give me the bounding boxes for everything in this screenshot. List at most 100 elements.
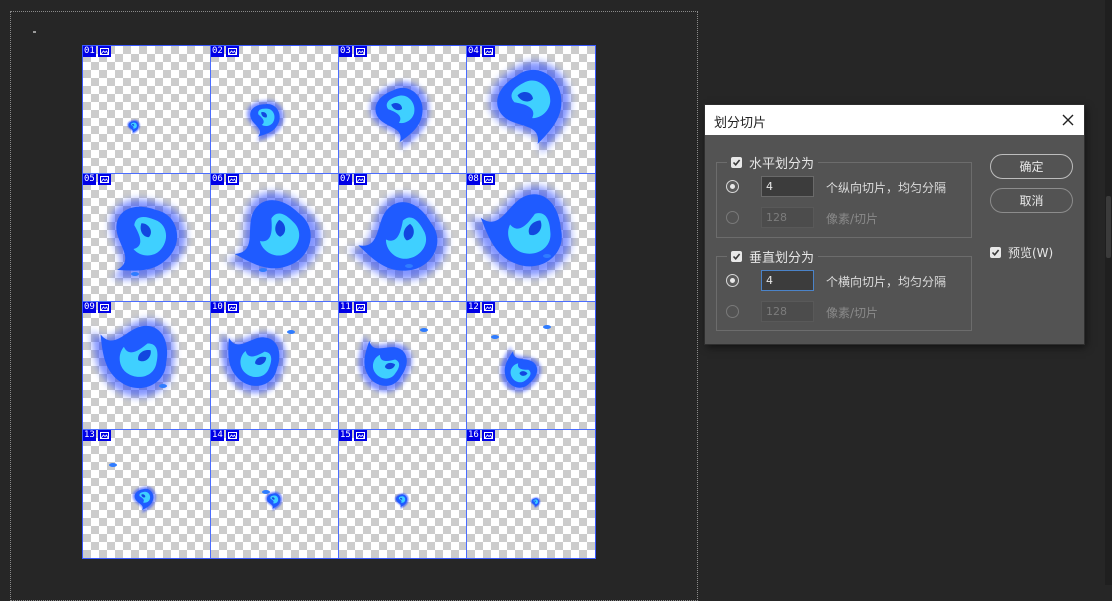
slice-07[interactable]: 07 [339, 174, 467, 302]
slice-15[interactable]: 15 [339, 430, 467, 558]
sprite-sheet-canvas[interactable]: 01 02 03 04 05 06 07 08 09 10 11 12 13 14 15 16 [82, 45, 596, 559]
slice-number: 16 [467, 430, 480, 441]
slice-number: 10 [211, 302, 224, 313]
slice-image-icon [353, 174, 367, 185]
slice-02[interactable]: 02 [211, 46, 339, 174]
slice-03[interactable]: 03 [339, 46, 467, 174]
vertical-pixels-radio[interactable] [726, 305, 739, 318]
slice-image-icon [353, 430, 367, 441]
ok-button[interactable]: 确定 [990, 154, 1073, 179]
slice-04[interactable]: 04 [467, 46, 595, 174]
slice-badge: 12 [467, 302, 495, 313]
slice-image-icon [225, 174, 239, 185]
slice-11[interactable]: 11 [339, 302, 467, 430]
flame-sprite [221, 330, 295, 394]
slice-number: 12 [467, 302, 480, 313]
slice-16[interactable]: 16 [467, 430, 595, 558]
flame-sprite [109, 463, 156, 514]
slice-number: 13 [83, 430, 96, 441]
panel-scrollbar[interactable] [1105, 0, 1112, 585]
slice-number: 14 [211, 430, 224, 441]
horizontal-pixels-input[interactable]: 128 [761, 207, 814, 228]
slice-number: 07 [339, 174, 352, 185]
horizontal-count-input[interactable]: 4 [761, 176, 814, 197]
vertical-divide-checkbox[interactable]: 垂直划分为 [727, 247, 819, 266]
slice-number: 08 [467, 174, 480, 185]
checkbox-checked-icon[interactable] [731, 250, 742, 262]
slice-14[interactable]: 14 [211, 430, 339, 558]
flame-particle [159, 384, 167, 388]
slice-image-icon [97, 174, 111, 185]
slice-image-icon [481, 430, 495, 441]
slice-badge: 02 [211, 46, 239, 57]
flame-sprite [225, 192, 321, 278]
slice-image-icon [225, 430, 239, 441]
slice-badge: 13 [83, 430, 111, 441]
horizontal-count-radio[interactable] [726, 180, 739, 193]
checkbox-checked-icon[interactable] [990, 247, 1001, 258]
slice-image-icon [225, 302, 239, 313]
preview-label: 预览(W) [1008, 246, 1054, 260]
slice-number: 15 [339, 430, 352, 441]
slice-13[interactable]: 13 [83, 430, 211, 558]
close-icon[interactable] [1060, 112, 1076, 128]
vertical-pixels-suffix: 像素/切片 [826, 306, 879, 320]
flame-sprite [358, 328, 428, 392]
slice-badge: 11 [339, 302, 367, 313]
flame-sprite [469, 186, 571, 277]
flame-particle [491, 335, 499, 339]
slice-badge: 15 [339, 430, 367, 441]
slice-badge: 01 [83, 46, 111, 57]
flame-sprite [491, 325, 551, 393]
flame-sprite [110, 199, 187, 280]
flame-sprite [347, 194, 447, 280]
slice-number: 03 [339, 46, 352, 57]
flame-sprite [370, 81, 429, 150]
flame-particle [259, 268, 267, 272]
flame-particle [131, 272, 139, 276]
vertical-pixels-input[interactable]: 128 [761, 301, 814, 322]
scrollbar-thumb[interactable] [1106, 196, 1111, 258]
slice-01[interactable]: 01 [83, 46, 211, 174]
slice-number: 11 [339, 302, 352, 313]
horizontal-pixels-suffix: 像素/切片 [826, 212, 879, 226]
slice-05[interactable]: 05 [83, 174, 211, 302]
slice-image-icon [481, 302, 495, 313]
flame-sprite [394, 493, 409, 509]
dialog-title: 划分切片 [714, 116, 767, 131]
slice-badge: 09 [83, 302, 111, 313]
slice-09[interactable]: 09 [83, 302, 211, 430]
horizontal-divide-checkbox[interactable]: 水平划分为 [727, 153, 819, 172]
slice-badge: 10 [211, 302, 239, 313]
flame-sprite [262, 490, 283, 511]
divide-slice-dialog: 划分切片 水平划分为 4 个纵向切片，均匀分隔 128 像素/切片 垂直划分为 … [705, 105, 1084, 344]
slice-number: 05 [83, 174, 96, 185]
slice-08[interactable]: 08 [467, 174, 595, 302]
checkbox-checked-icon[interactable] [731, 156, 742, 168]
horizontal-count-suffix: 个纵向切片，均匀分隔 [826, 181, 947, 195]
horizontal-pixels-radio[interactable] [726, 211, 739, 224]
flame-particle [262, 490, 270, 494]
slice-badge: 05 [83, 174, 111, 185]
slice-badge: 03 [339, 46, 367, 57]
slice-10[interactable]: 10 [211, 302, 339, 430]
slice-number: 06 [211, 174, 224, 185]
vertical-count-suffix: 个横向切片，均匀分隔 [826, 275, 947, 289]
slice-image-icon [97, 302, 111, 313]
slice-number: 09 [83, 302, 96, 313]
flame-particle [543, 254, 551, 258]
slice-number: 01 [83, 46, 96, 57]
flame-particle [543, 325, 551, 329]
flame-particle [405, 264, 413, 268]
preview-checkbox[interactable]: 预览(W) [990, 244, 1053, 261]
slice-badge: 16 [467, 430, 495, 441]
dialog-titlebar[interactable]: 划分切片 [705, 105, 1084, 135]
slice-12[interactable]: 12 [467, 302, 595, 430]
cancel-button[interactable]: 取消 [990, 188, 1073, 213]
vertical-count-radio[interactable] [726, 274, 739, 287]
slice-badge: 08 [467, 174, 495, 185]
vertical-count-input[interactable]: 4 [761, 270, 814, 291]
slice-image-icon [353, 46, 367, 57]
slice-badge: 04 [467, 46, 495, 57]
slice-06[interactable]: 06 [211, 174, 339, 302]
